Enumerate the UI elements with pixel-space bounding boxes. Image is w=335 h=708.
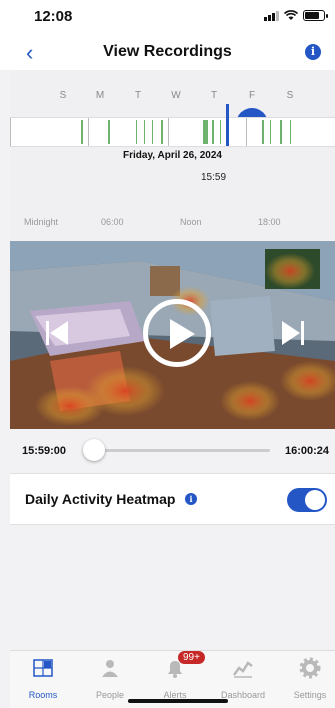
timeline-tick	[88, 118, 89, 146]
activity-segment	[161, 120, 163, 144]
weekday-label: T	[134, 90, 142, 101]
activity-timeline[interactable]	[10, 104, 335, 147]
activity-segment	[270, 120, 271, 144]
activity-segment	[136, 120, 137, 144]
timeline-tick	[10, 118, 11, 146]
dashboard-icon	[232, 661, 253, 678]
settings-icon	[299, 657, 321, 679]
timeline-label-1800: 18:00	[258, 217, 281, 227]
activity-segment	[152, 120, 153, 144]
tab-dashboard[interactable]: Dashboard	[213, 657, 273, 700]
page-title: View Recordings	[103, 43, 232, 60]
activity-segment	[290, 120, 291, 144]
activity-segment	[203, 120, 208, 144]
people-icon	[102, 660, 118, 677]
info-icon[interactable]: i	[305, 44, 321, 60]
timeline-label-midnight: Midnight	[24, 217, 59, 227]
tab-label: Rooms	[28, 690, 58, 700]
timeline-current-time: 15:59	[201, 172, 227, 183]
tab-label: Settings	[293, 690, 327, 700]
weekday-label: F	[248, 90, 256, 101]
tab-settings[interactable]: Settings	[280, 657, 335, 700]
timeline-label-noon: Noon	[180, 217, 202, 227]
scrubber-track[interactable]	[90, 449, 270, 452]
weekday-label: M	[95, 90, 105, 101]
activity-segment	[81, 120, 83, 144]
heatmap-label: Daily Activity Heatmap	[25, 491, 176, 507]
heatmap-row: Daily Activity Heatmap i	[10, 473, 335, 525]
skip-back-icon[interactable]	[44, 319, 70, 347]
weekday-label: S	[286, 90, 294, 101]
activity-segment	[262, 120, 264, 144]
status-time: 12:08	[34, 8, 73, 25]
scrubber-thumb[interactable]	[82, 439, 105, 461]
activity-segment	[212, 120, 214, 144]
activity-segment	[220, 120, 221, 144]
tab-alerts[interactable]: 99+ Alerts	[145, 651, 205, 700]
battery-icon	[303, 10, 328, 21]
activity-segment	[144, 120, 145, 144]
skip-forward-icon[interactable]	[280, 319, 306, 347]
weekday-label: W	[171, 90, 181, 101]
rooms-icon	[33, 659, 53, 677]
tab-people[interactable]: People	[80, 657, 140, 700]
clip-start-time: 15:59:00	[22, 445, 67, 457]
timeline-cursor[interactable]	[226, 104, 229, 146]
timeline-tick	[246, 118, 247, 146]
activity-segment	[108, 120, 110, 144]
clip-end-time: 16:00:24	[284, 445, 329, 457]
status-bar: 12:08	[0, 0, 335, 34]
weekday-row: S M T W T F S	[10, 90, 335, 102]
alerts-badge: 99+	[178, 651, 205, 664]
weekday-label: T	[210, 90, 218, 101]
timeline-tick	[168, 118, 169, 146]
timeline-label-0600: 06:00	[101, 217, 124, 227]
heatmap-info-icon[interactable]: i	[185, 493, 197, 505]
selected-date-label: Friday, April 26, 2024	[123, 150, 222, 161]
signal-icon	[264, 10, 279, 21]
weekday-label: S	[59, 90, 67, 101]
home-indicator	[128, 699, 228, 703]
heatmap-toggle[interactable]	[287, 488, 327, 512]
playback-scrubber: 15:59:00 16:00:24	[10, 432, 335, 472]
play-button[interactable]	[143, 299, 211, 367]
video-player[interactable]	[10, 241, 335, 429]
tab-bar: Rooms People 99+ Alerts Dashboard Settin…	[10, 650, 335, 708]
nav-bar: ‹ View Recordings i	[0, 34, 335, 70]
week-calendar: S M T W T F S ‹ 21 22 23 24 25 26 27 › F…	[10, 70, 335, 240]
status-icons	[264, 10, 328, 21]
wifi-icon	[284, 10, 298, 20]
activity-segment	[280, 120, 282, 144]
tab-rooms[interactable]: Rooms	[13, 657, 73, 700]
